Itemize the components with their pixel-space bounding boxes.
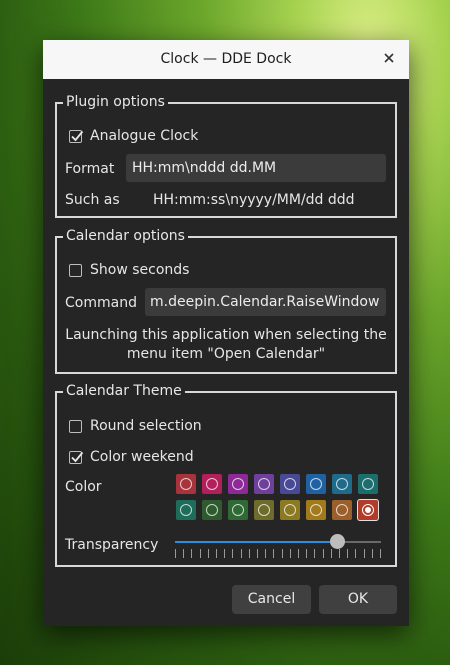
slider-tick: [199, 549, 201, 558]
color-swatch[interactable]: [332, 474, 352, 494]
calendar-options-legend: Calendar options: [63, 226, 188, 246]
slider-tick: [322, 549, 324, 558]
slider-tick: [380, 549, 381, 558]
slider-tick: [175, 549, 176, 558]
analogue-clock-label: Analogue Clock: [90, 128, 199, 144]
slider-tick: [257, 549, 258, 558]
color-weekend-checkbox[interactable]: [69, 451, 84, 464]
ok-button[interactable]: OK: [319, 585, 397, 614]
command-description-line1: Launching this application when selectin…: [65, 327, 387, 343]
slider-tick: [207, 549, 209, 558]
slider-tick: [347, 549, 349, 558]
color-swatch[interactable]: [176, 474, 196, 494]
slider-tick: [273, 549, 275, 558]
clock-settings-dialog: Clock — DDE Dock Plugin options Analogue…: [43, 40, 409, 626]
slider-tick: [371, 549, 373, 558]
slider-tick: [330, 549, 332, 558]
slider-tick: [183, 549, 185, 558]
such-as-value: HH:mm:ss\nyyyy/MM/dd ddd: [153, 192, 355, 208]
slider-tick: [314, 549, 316, 558]
show-seconds-checkbox[interactable]: [69, 264, 82, 277]
color-swatch-grid: [176, 474, 386, 524]
color-swatch[interactable]: [202, 474, 222, 494]
color-swatch[interactable]: [280, 500, 300, 520]
calendar-options-group: Calendar options Show seconds Command m.…: [55, 226, 397, 374]
calendar-theme-legend: Calendar Theme: [63, 381, 185, 401]
close-icon[interactable]: [379, 48, 399, 68]
slider-tick: [224, 549, 226, 558]
slider-tick: [265, 549, 267, 558]
slider-tick: [363, 549, 365, 558]
command-label: Command: [65, 295, 137, 311]
title-bar: Clock — DDE Dock: [43, 40, 409, 79]
color-swatch[interactable]: [306, 500, 326, 520]
such-as-label: Such as: [65, 192, 120, 208]
slider-ticks: [175, 549, 381, 559]
slider-tick: [355, 549, 357, 558]
color-swatch[interactable]: [228, 474, 248, 494]
cancel-button[interactable]: Cancel: [232, 585, 311, 614]
slider-tick: [248, 549, 250, 558]
slider-tick: [289, 549, 291, 558]
swatch-ring-icon: [362, 478, 374, 490]
swatch-ring-icon: [336, 478, 348, 490]
round-selection-checkbox[interactable]: [69, 420, 82, 433]
window-title: Clock — DDE Dock: [160, 51, 292, 67]
slider-tick: [232, 549, 234, 558]
command-description-line2: menu item "Open Calendar": [126, 346, 326, 362]
color-swatch[interactable]: [176, 500, 196, 520]
swatch-ring-icon: [232, 478, 244, 490]
show-seconds-label: Show seconds: [90, 262, 190, 278]
round-selection-label: Round selection: [90, 418, 202, 434]
swatch-ring-icon: [336, 504, 348, 516]
slider-tick: [306, 549, 308, 558]
color-label: Color: [65, 479, 102, 495]
analogue-clock-checkbox[interactable]: [69, 130, 84, 143]
slider-tick: [298, 549, 299, 558]
slider-tick: [281, 549, 283, 558]
swatch-ring-icon: [310, 478, 322, 490]
transparency-label: Transparency: [65, 537, 159, 553]
swatch-ring-icon: [206, 504, 218, 516]
color-swatch[interactable]: [358, 500, 378, 520]
color-swatch[interactable]: [254, 500, 274, 520]
format-label: Format: [65, 161, 115, 177]
command-input[interactable]: m.deepin.Calendar.RaiseWindow: [145, 288, 386, 316]
swatch-ring-icon: [258, 478, 270, 490]
swatch-ring-icon: [284, 478, 296, 490]
swatch-ring-icon: [180, 504, 192, 516]
color-swatch[interactable]: [202, 500, 222, 520]
color-swatch[interactable]: [280, 474, 300, 494]
swatch-ring-icon: [232, 504, 244, 516]
plugin-options-group: Plugin options Analogue Clock Format HH:…: [55, 92, 397, 218]
color-swatch[interactable]: [332, 500, 352, 520]
slider-tick: [240, 549, 242, 558]
transparency-slider[interactable]: [175, 531, 381, 561]
slider-handle[interactable]: [329, 534, 345, 549]
swatch-ring-icon: [362, 504, 374, 516]
swatch-ring-icon: [284, 504, 296, 516]
swatch-ring-icon: [258, 504, 270, 516]
color-swatch[interactable]: [358, 474, 378, 494]
plugin-options-legend: Plugin options: [63, 92, 168, 112]
color-swatch[interactable]: [306, 474, 326, 494]
slider-track-fill: [175, 541, 338, 543]
swatch-ring-icon: [310, 504, 322, 516]
slider-tick: [191, 549, 193, 558]
color-swatch[interactable]: [254, 474, 274, 494]
swatch-ring-icon: [180, 478, 192, 490]
slider-tick: [216, 549, 217, 558]
swatch-ring-icon: [206, 478, 218, 490]
calendar-theme-group: Calendar Theme Round selection Color wee…: [55, 381, 397, 567]
color-weekend-label: Color weekend: [90, 449, 194, 465]
color-swatch[interactable]: [228, 500, 248, 520]
slider-tick: [339, 549, 340, 558]
format-input[interactable]: HH:mm\nddd dd.MM: [126, 154, 386, 182]
